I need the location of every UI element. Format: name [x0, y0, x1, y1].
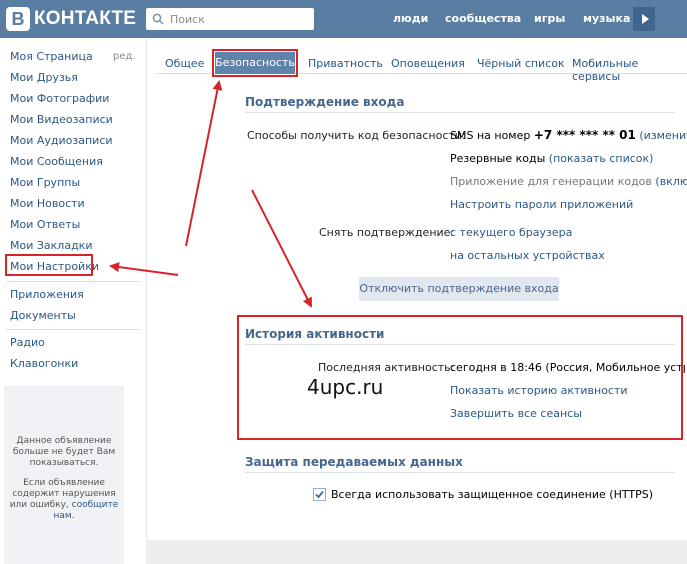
sidebar-item-my-page[interactable]: Моя Страница — [10, 50, 93, 64]
backup-codes-row: Резервные коды (показать список) — [450, 152, 653, 165]
backup-codes-label: Резервные коды — [450, 152, 546, 165]
search-icon — [152, 13, 164, 25]
sidebar-item-bookmarks[interactable]: Мои Закладки — [10, 239, 92, 253]
auth-app-label: Приложение для генерации кодов — [450, 175, 652, 188]
tab-privacy[interactable]: Приватность — [308, 57, 383, 70]
sidebar-item-klavogonki[interactable]: Клавогонки — [10, 357, 78, 371]
masked-phone: +7 *** *** ** 01 — [533, 128, 636, 142]
tab-mobile[interactable]: Мобильные сервисы — [572, 57, 687, 83]
annotation-box-activity — [237, 315, 683, 440]
sidebar-item-messages[interactable]: Мои Сообщения — [10, 155, 103, 169]
vk-logo-text: КОНТАКТЕ — [34, 8, 137, 29]
section-divider — [245, 472, 675, 473]
left-sidebar: Моя Страница Мои Друзья Мои Фотографии М… — [0, 38, 146, 564]
data-protection-title: Защита передаваемых данных — [245, 455, 463, 469]
top-header: В КОНТАКТЕ люди сообщества игры музыка — [0, 0, 687, 38]
ad-removed-box: Данное объявление больше не будет Вам по… — [4, 386, 124, 564]
sidebar-item-audio[interactable]: Мои Аудиозаписи — [10, 134, 113, 148]
show-codes-link[interactable]: (показать список) — [549, 152, 654, 165]
vk-logo-icon: В — [6, 7, 30, 31]
play-icon[interactable] — [633, 7, 655, 31]
annotation-box-security-tab — [212, 49, 298, 77]
sms-method: SMS на номер +7 *** *** ** 01 (изменить) — [450, 128, 687, 142]
sms-prefix: SMS на номер — [450, 129, 531, 142]
login-confirm-title: Подтверждение входа — [245, 95, 405, 109]
sidebar-divider — [6, 329, 140, 330]
sidebar-divider — [6, 281, 140, 282]
sidebar-item-answers[interactable]: Мои Ответы — [10, 218, 80, 232]
sidebar-item-videos[interactable]: Мои Видеозаписи — [10, 113, 113, 127]
auth-app-row: Приложение для генерации кодов (включить… — [450, 175, 687, 188]
code-methods-label: Способы получить код безопасности: — [247, 129, 466, 142]
other-devices-link[interactable]: на остальных устройствах — [450, 249, 605, 262]
sidebar-item-photos[interactable]: Мои Фотографии — [10, 92, 109, 106]
ad-hidden-text: Данное объявление больше не будет Вам по… — [12, 436, 116, 468]
sidebar-item-documents[interactable]: Документы — [10, 309, 76, 323]
sidebar-item-groups[interactable]: Мои Группы — [10, 176, 80, 190]
nav-music[interactable]: музыка — [583, 12, 630, 25]
ad-report-text: Если объявление содержит нарушения или о… — [4, 478, 124, 522]
tab-notifications[interactable]: Оповещения — [391, 57, 465, 70]
https-checkbox[interactable] — [313, 488, 326, 501]
search-input[interactable] — [170, 12, 310, 26]
app-passwords-link[interactable]: Настроить пароли приложений — [450, 198, 633, 211]
checkmark-icon — [315, 490, 324, 499]
vk-logo[interactable]: В КОНТАКТЕ — [6, 7, 136, 31]
nav-communities[interactable]: сообщества — [445, 12, 521, 25]
search-box[interactable] — [146, 8, 314, 30]
sidebar-item-radio[interactable]: Радио — [10, 336, 45, 350]
sidebar-item-friends[interactable]: Мои Друзья — [10, 71, 78, 85]
https-label[interactable]: Всегда использовать защищенное соединени… — [331, 488, 653, 501]
current-browser-link[interactable]: с текущего браузера — [450, 226, 572, 239]
tab-general[interactable]: Общее — [165, 57, 204, 70]
sidebar-item-news[interactable]: Мои Новости — [10, 197, 85, 211]
sidebar-item-apps[interactable]: Приложения — [10, 288, 84, 302]
annotation-box-settings — [5, 254, 93, 276]
tab-blacklist[interactable]: Чёрный список — [477, 57, 565, 70]
disable-login-confirm-button[interactable]: Отключить подтверждение входа — [359, 277, 559, 301]
section-divider — [245, 112, 675, 113]
remove-confirm-label: Снять подтверждение: — [319, 226, 455, 239]
enable-app-link[interactable]: (включить) — [655, 175, 687, 188]
sidebar-edit-link[interactable]: ред. — [113, 51, 136, 62]
nav-games[interactable]: игры — [534, 12, 565, 25]
change-phone-link[interactable]: (изменить) — [639, 129, 687, 142]
nav-people[interactable]: люди — [393, 12, 428, 25]
